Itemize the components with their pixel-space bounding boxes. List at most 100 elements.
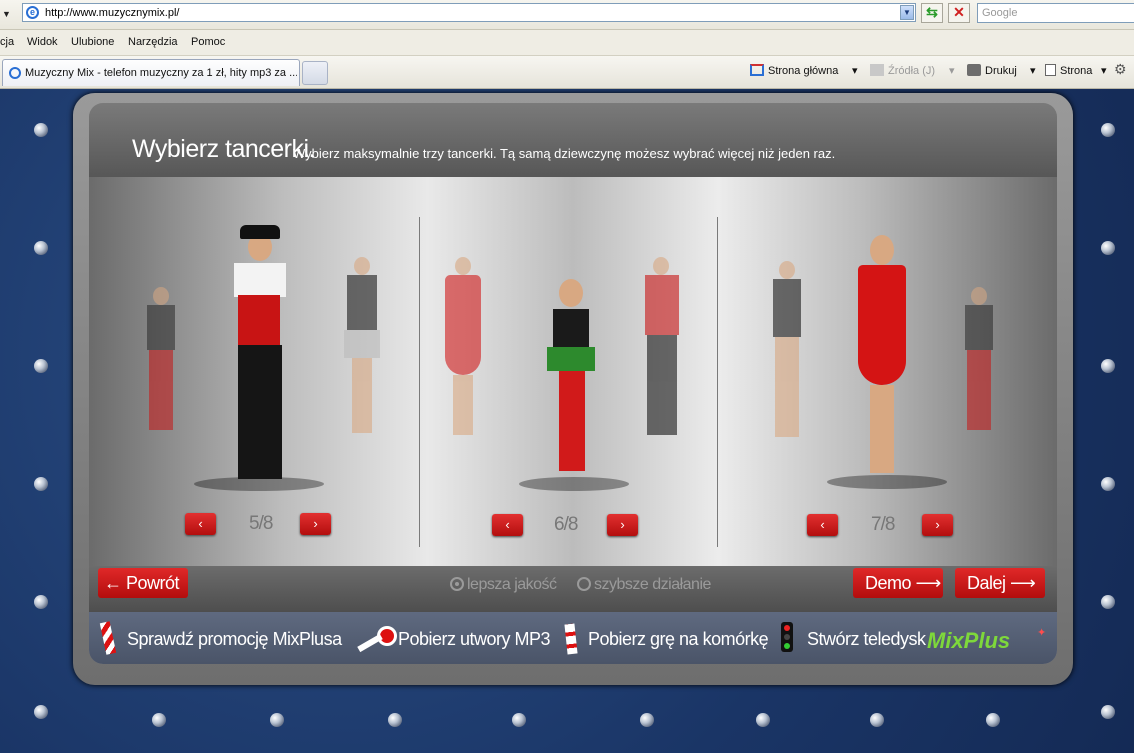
dancer-figure-selected[interactable] — [529, 275, 609, 475]
page-subtitle: Wybierz maksymalnie trzy tancerki. Tą sa… — [293, 146, 836, 161]
next-dancer-button[interactable]: › — [607, 514, 638, 536]
quality-faster-radio[interactable]: szybsze działanie — [577, 576, 711, 594]
url-text: http://www.muzycznymix.pl/ — [45, 7, 180, 19]
promo-link-mixplus[interactable]: Sprawdź promocję MixPlusa — [127, 629, 342, 650]
dancer-counter: 7/8 — [871, 514, 895, 535]
rivet-decoration — [986, 713, 1000, 727]
next-dancer-button[interactable]: › — [922, 514, 953, 536]
demo-button[interactable]: Demo ⟶ — [853, 568, 943, 598]
refresh-button[interactable]: ⇆ — [921, 3, 943, 23]
sparkle-icon: ✦ — [1037, 627, 1047, 639]
dancer-counter: 6/8 — [554, 514, 578, 535]
rivet-decoration — [1101, 705, 1115, 719]
feeds-label: Źródła (J) — [888, 65, 936, 77]
dancer-figure-side — [431, 257, 496, 437]
dancer-figure-side — [627, 257, 697, 442]
print-button[interactable]: Drukuj — [967, 64, 1017, 77]
panel-header: Wybierz tancerki. Wybierz maksymalnie tr… — [89, 103, 1057, 177]
stripe-post-icon — [564, 623, 578, 655]
feeds-dropdown-icon[interactable]: ▾ — [949, 64, 955, 77]
page-label: Strona — [1060, 65, 1093, 77]
rivet-decoration — [34, 359, 48, 373]
home-label: Strona główna — [768, 65, 839, 77]
rivet-decoration — [388, 713, 402, 727]
url-dropdown-icon[interactable]: ▼ — [900, 5, 914, 20]
quality-better-radio[interactable]: lepsza jakość — [450, 576, 557, 594]
column-divider — [419, 217, 420, 547]
search-input[interactable]: Google — [977, 3, 1134, 23]
rivet-decoration — [1101, 123, 1115, 137]
dancer-figure-side — [757, 261, 817, 441]
rivet-decoration — [870, 713, 884, 727]
rivet-decoration — [34, 477, 48, 491]
page-title: Wybierz tancerki. — [132, 135, 316, 163]
rivet-decoration — [640, 713, 654, 727]
controls-bar: ← Powrót lepsza jakość szybsze działanie… — [89, 566, 1057, 612]
stop-button[interactable]: ✕ — [948, 3, 970, 23]
rivet-decoration — [1101, 595, 1115, 609]
radio-selected-icon — [450, 577, 464, 591]
home-button[interactable]: Strona główna — [750, 64, 838, 77]
rivet-decoration — [34, 705, 48, 719]
rivet-decoration — [152, 713, 166, 727]
dancer-figure-side — [131, 287, 191, 437]
rivet-decoration — [512, 713, 526, 727]
traffic-light-icon — [781, 622, 793, 652]
menu-item-help[interactable]: Pomoc — [191, 36, 225, 48]
dancer-figure-selected[interactable] — [204, 223, 314, 485]
dancer-figure-side — [332, 257, 392, 437]
menu-item-favorites[interactable]: Ulubione — [71, 36, 114, 48]
mixplus-logo[interactable]: MixPlus — [927, 628, 1010, 654]
next-button[interactable]: Dalej ⟶ — [955, 568, 1045, 598]
tab-title: Muzyczny Mix - telefon muzyczny za 1 zł,… — [25, 67, 297, 79]
arrow-right-icon: ⟶ — [915, 573, 942, 593]
candy-stripe-icon — [99, 621, 117, 655]
rivet-decoration — [1101, 241, 1115, 255]
page-menu-button[interactable]: Strona — [1045, 64, 1092, 77]
prev-dancer-button[interactable]: ‹ — [492, 514, 523, 536]
next-label: Dalej — [967, 573, 1006, 593]
dancer-shadow — [519, 477, 629, 491]
dancer-shadow — [827, 475, 947, 489]
home-icon — [750, 64, 764, 76]
promo-strip: Sprawdź promocję MixPlusa Pobierz utwory… — [89, 612, 1057, 664]
print-label: Drukuj — [985, 65, 1017, 77]
rivet-decoration — [270, 713, 284, 727]
menu-item-edit[interactable]: cja — [0, 36, 14, 48]
prev-dancer-button[interactable]: ‹ — [807, 514, 838, 536]
ie-page-icon: e — [26, 6, 39, 19]
home-dropdown-icon[interactable]: ▾ — [852, 64, 858, 77]
dancer-figure-selected[interactable] — [834, 235, 929, 475]
demo-label: Demo — [865, 573, 912, 593]
feeds-button[interactable]: Źródła (J) — [870, 64, 935, 77]
page-icon — [1045, 64, 1056, 76]
url-input[interactable]: e http://www.muzycznymix.pl/ ▼ — [22, 3, 916, 22]
promo-link-game[interactable]: Pobierz grę na komórkę — [588, 629, 769, 650]
rivet-decoration — [34, 123, 48, 137]
rivet-decoration — [756, 713, 770, 727]
dancer-stage: ‹ 5/8 › ‹ 6/8 › ‹ 7/8 › — [89, 177, 1057, 566]
rivet-decoration — [34, 595, 48, 609]
print-dropdown-icon[interactable]: ▾ — [1030, 64, 1036, 77]
tools-gear-icon[interactable]: ⚙ — [1114, 61, 1127, 78]
column-divider — [717, 217, 718, 547]
tab-active[interactable]: Muzyczny Mix - telefon muzyczny za 1 zł,… — [2, 59, 300, 86]
radio-unselected-icon — [577, 577, 591, 591]
arrow-right-icon: ⟶ — [1010, 573, 1036, 593]
dancer-selector-panel: Wybierz tancerki. Wybierz maksymalnie tr… — [89, 103, 1057, 664]
back-button[interactable]: ← Powrót — [98, 568, 188, 598]
rivet-decoration — [34, 241, 48, 255]
address-bar: ▼ e http://www.muzycznymix.pl/ ▼ ⇆ ✕ Goo… — [0, 0, 1134, 30]
new-tab-button[interactable] — [302, 61, 328, 85]
page-dropdown-icon[interactable]: ▾ — [1101, 64, 1107, 77]
dancer-figure-side — [949, 287, 1009, 437]
back-dropdown-icon[interactable]: ▼ — [2, 9, 11, 19]
next-dancer-button[interactable]: › — [300, 513, 331, 535]
menu-item-view[interactable]: Widok — [27, 36, 58, 48]
rivet-decoration — [1101, 477, 1115, 491]
menu-item-tools[interactable]: Narzędzia — [128, 36, 178, 48]
tab-bar: Muzyczny Mix - telefon muzyczny za 1 zł,… — [0, 56, 1134, 89]
promo-link-video[interactable]: Stwórz teledysk — [807, 629, 926, 650]
prev-dancer-button[interactable]: ‹ — [185, 513, 216, 535]
promo-link-mp3[interactable]: Pobierz utwory MP3 — [398, 629, 551, 650]
